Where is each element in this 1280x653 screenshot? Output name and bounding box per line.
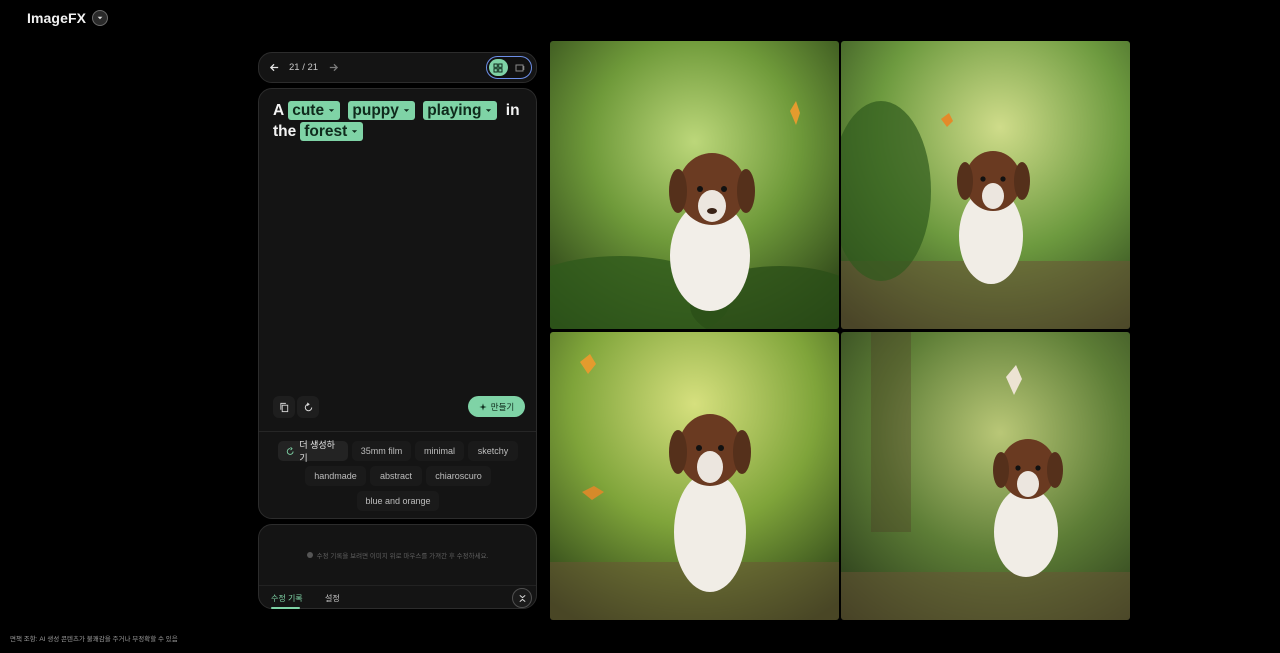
disclaimer-text: 면책 조항: AI 생성 콘텐츠가 불쾌감을 주거나 부정확할 수 있음 [10, 636, 178, 643]
app-title: ImageFX [27, 10, 87, 26]
copy-prompt-button[interactable] [273, 396, 295, 418]
reset-prompt-button[interactable] [297, 396, 319, 418]
style-chip[interactable]: chiaroscuro [426, 466, 491, 486]
prompt-chip-puppy[interactable]: puppy [348, 101, 415, 120]
prompt-chip-playing[interactable]: playing [423, 101, 498, 120]
section-divider [259, 431, 536, 432]
style-chip[interactable]: blue and orange [357, 491, 439, 511]
chevron-down-icon [328, 109, 335, 112]
chip-label: cute [292, 102, 325, 119]
reset-icon [304, 402, 312, 411]
chip-label: forest [304, 123, 348, 140]
sparkle-icon [479, 402, 487, 411]
prompt-word-in: in [505, 102, 520, 119]
chip-label: playing [427, 102, 482, 119]
collapse-chevrons-icon [518, 594, 526, 602]
puppy-image [841, 41, 1130, 329]
puppy-image [550, 332, 839, 620]
style-chip[interactable]: handmade [305, 466, 366, 486]
copy-icon [279, 402, 288, 412]
generated-image-1[interactable] [550, 41, 839, 329]
style-chip[interactable]: sketchy [468, 441, 518, 461]
style-chip[interactable]: 35mm film [352, 441, 411, 461]
chevron-down-icon [403, 109, 410, 112]
refresh-icon [286, 446, 294, 455]
history-hint: 수정 기록을 보려면 이미지 위로 마우스를 가져간 후 수정하세요. [259, 550, 536, 560]
chevron-down-icon [486, 109, 492, 112]
collapse-panel-button[interactable] [512, 588, 532, 608]
next-arrow-icon[interactable] [326, 61, 340, 75]
puppy-image [841, 332, 1130, 620]
tab-divider [259, 585, 536, 586]
chip-label: puppy [352, 102, 399, 119]
prompt-editor[interactable]: Acute puppy playing in the forest [271, 100, 526, 142]
prompt-chip-cute[interactable]: cute [288, 101, 341, 120]
generated-image-4[interactable] [841, 332, 1130, 620]
more-styles-button[interactable]: 더 생성하기 [278, 440, 348, 463]
style-chip[interactable]: abstract [370, 466, 422, 486]
generate-button-label: 만들기 [490, 401, 515, 412]
prompt-chip-forest[interactable]: forest [300, 122, 364, 141]
more-styles-label: 더 생성하기 [299, 440, 335, 463]
puppy-image [550, 41, 839, 329]
single-view-icon[interactable] [511, 59, 530, 76]
grid-view-icon[interactable] [489, 59, 508, 76]
app-header: ImageFX [27, 10, 109, 26]
active-tab-indicator [271, 607, 300, 609]
generate-button[interactable]: 만들기 [468, 396, 525, 417]
history-nav-bar: 21 / 21 [258, 52, 537, 83]
tab-history[interactable]: 수정 기록 [271, 593, 303, 604]
style-chip[interactable]: minimal [415, 441, 464, 461]
prompt-word-the: the [273, 123, 297, 140]
history-panel: 수정 기록을 보려면 이미지 위로 마우스를 가져간 후 수정하세요. 수정 기… [258, 524, 537, 609]
prev-arrow-icon[interactable] [267, 61, 281, 75]
prompt-word-a: A [273, 102, 285, 119]
generated-image-2[interactable] [841, 41, 1130, 329]
pager-count: 21 / 21 [289, 62, 319, 73]
app-menu-caret-icon[interactable] [92, 10, 109, 26]
view-mode-toggle[interactable] [486, 56, 532, 79]
chevron-down-icon [352, 130, 358, 133]
prompt-card: Acute puppy playing in the forest 만들기 더 생… [258, 88, 537, 519]
tab-settings[interactable]: 설정 [325, 593, 340, 604]
generated-image-3[interactable] [550, 332, 839, 620]
info-icon [306, 552, 313, 558]
history-hint-text: 수정 기록을 보려면 이미지 위로 마우스를 가져간 후 수정하세요. [316, 553, 489, 560]
